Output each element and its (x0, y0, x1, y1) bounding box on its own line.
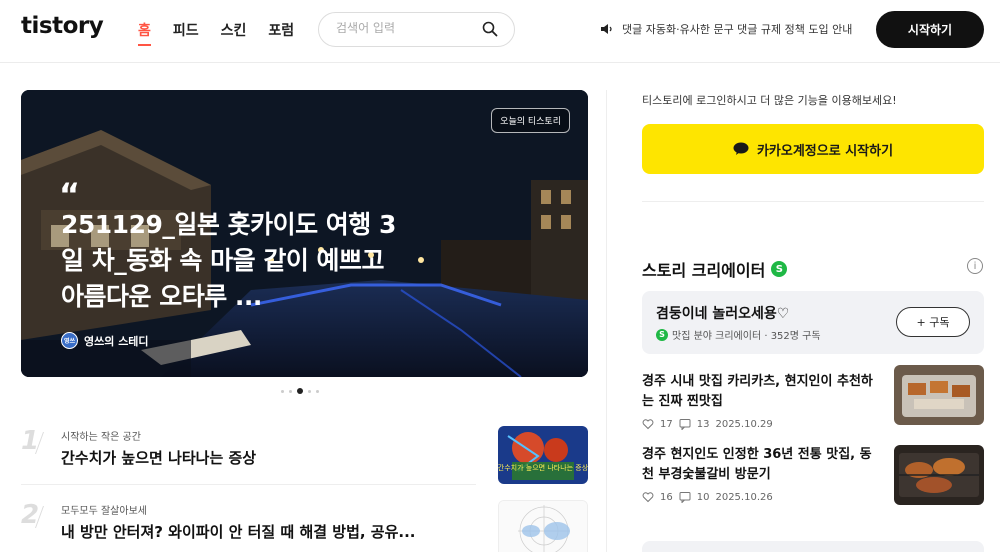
creator-name[interactable]: 겸둥이네 놀러오세용♡ (656, 303, 789, 323)
heart-icon[interactable] (642, 491, 654, 503)
hero-badge: 오늘의 티스토리 (491, 108, 570, 133)
top-header: tistory 홈 피드 스킨 포럼 댓글 자동화·유사한 문구 댓글 규제 정… (0, 0, 1000, 63)
comment-count: 10 (696, 491, 710, 503)
search-box (318, 12, 515, 47)
carousel-pager (281, 388, 319, 394)
divider (642, 201, 984, 202)
post-date: 2025.10.26 (715, 491, 773, 503)
pager-dot[interactable] (289, 389, 292, 393)
rank-category[interactable]: 모두모두 잘살아보세 (61, 502, 147, 517)
nav-feed[interactable]: 피드 (173, 20, 199, 44)
main-nav: 홈 피드 스킨 포럼 (138, 20, 294, 46)
rank-title[interactable]: 내 방만 안터져? 와이파이 안 터질 때 해결 방법, 공유... (61, 521, 416, 542)
like-count: 17 (660, 418, 673, 430)
post-title[interactable]: 경주 현지인도 인정한 36년 전통 맛집, 동천 부경숯불갈비 방문기 (642, 445, 880, 485)
post-meta: 16 10 2025.10.26 (642, 491, 773, 503)
avatar: 영쓰 (61, 332, 78, 349)
nav-forum[interactable]: 포럼 (268, 20, 294, 44)
rank-category[interactable]: 시작하는 작은 공간 (61, 428, 141, 443)
hero-banner[interactable]: 오늘의 티스토리 “ 251129_일본 홋카이도 여행 3일 차_동화 속 마… (21, 90, 588, 377)
hero-title[interactable]: 251129_일본 홋카이도 여행 3일 차_동화 속 마을 같이 예쁘고 아름… (61, 207, 401, 315)
creator-section-title: 스토리 크리에이터 S (642, 257, 788, 281)
comment-icon[interactable] (679, 491, 691, 503)
creator-card[interactable]: 겸둥이네 놀러오세용♡ S 맛집 분야 크리에이터 · 352명 구독 + 구독 (642, 291, 984, 354)
notice-banner[interactable]: 댓글 자동화·유사한 문구 댓글 규제 정책 도입 안내 (600, 21, 852, 37)
comment-count: 13 (696, 418, 710, 430)
kakao-login-button[interactable]: 카카오계정으로 시작하기 (642, 124, 984, 174)
nav-skin[interactable]: 스킨 (221, 20, 247, 44)
chat-bubble-icon (733, 142, 749, 155)
quote-icon: “ (59, 176, 81, 214)
pager-dot[interactable] (316, 389, 319, 393)
creator-badge-icon: S (656, 328, 668, 341)
subscribe-button[interactable]: + 구독 (896, 307, 970, 337)
post-thumbnail[interactable] (894, 365, 984, 425)
nav-home[interactable]: 홈 (138, 20, 151, 46)
creator-card[interactable] (642, 541, 984, 552)
author-name: 영쓰의 스테디 (84, 334, 149, 348)
post-date: 2025.10.29 (715, 418, 773, 430)
kakao-button-label: 카카오계정으로 시작하기 (756, 143, 894, 159)
creator-meta-text: 맛집 분야 크리에이터 · 352명 구독 (672, 331, 821, 342)
hero-author[interactable]: 영쓰 영쓰의 스테디 (61, 332, 149, 349)
start-button[interactable]: 시작하기 (876, 11, 984, 48)
column-divider (606, 90, 607, 552)
search-icon[interactable] (482, 21, 498, 37)
pager-dot[interactable] (308, 389, 311, 393)
pager-dot[interactable] (281, 389, 284, 393)
notice-text: 댓글 자동화·유사한 문구 댓글 규제 정책 도입 안내 (622, 23, 853, 36)
creator-heading-text: 스토리 크리에이터 (642, 261, 766, 280)
pager-dot-active[interactable] (297, 388, 303, 394)
heart-icon[interactable] (642, 418, 654, 430)
post-thumbnail[interactable] (894, 445, 984, 505)
info-icon[interactable]: i (967, 258, 983, 274)
tistory-logo[interactable]: tistory (21, 13, 104, 39)
login-prompt: 티스토리에 로그인하시고 더 많은 기능을 이용해보세요! (642, 94, 897, 107)
comment-icon[interactable] (679, 418, 691, 430)
creator-meta: S 맛집 분야 크리에이터 · 352명 구독 (656, 327, 821, 342)
search-input[interactable] (336, 21, 476, 35)
post-meta: 17 13 2025.10.29 (642, 418, 773, 430)
creator-badge-icon: S (771, 261, 788, 277)
rank-title[interactable]: 간수치가 높으면 나타나는 증상 (61, 447, 256, 468)
post-title[interactable]: 경주 시내 맛집 카리카츠, 현지인이 추천하는 진짜 찐맛집 (642, 372, 880, 412)
divider (21, 484, 476, 485)
rank-thumbnail[interactable]: 간수치가 높으면 나타나는 증상 (498, 426, 588, 484)
like-count: 16 (660, 491, 673, 503)
rank-thumbnail[interactable] (498, 500, 588, 552)
speaker-icon (601, 24, 612, 34)
thumb-caption: 간수치가 높으면 나타나는 증상 (498, 463, 588, 472)
